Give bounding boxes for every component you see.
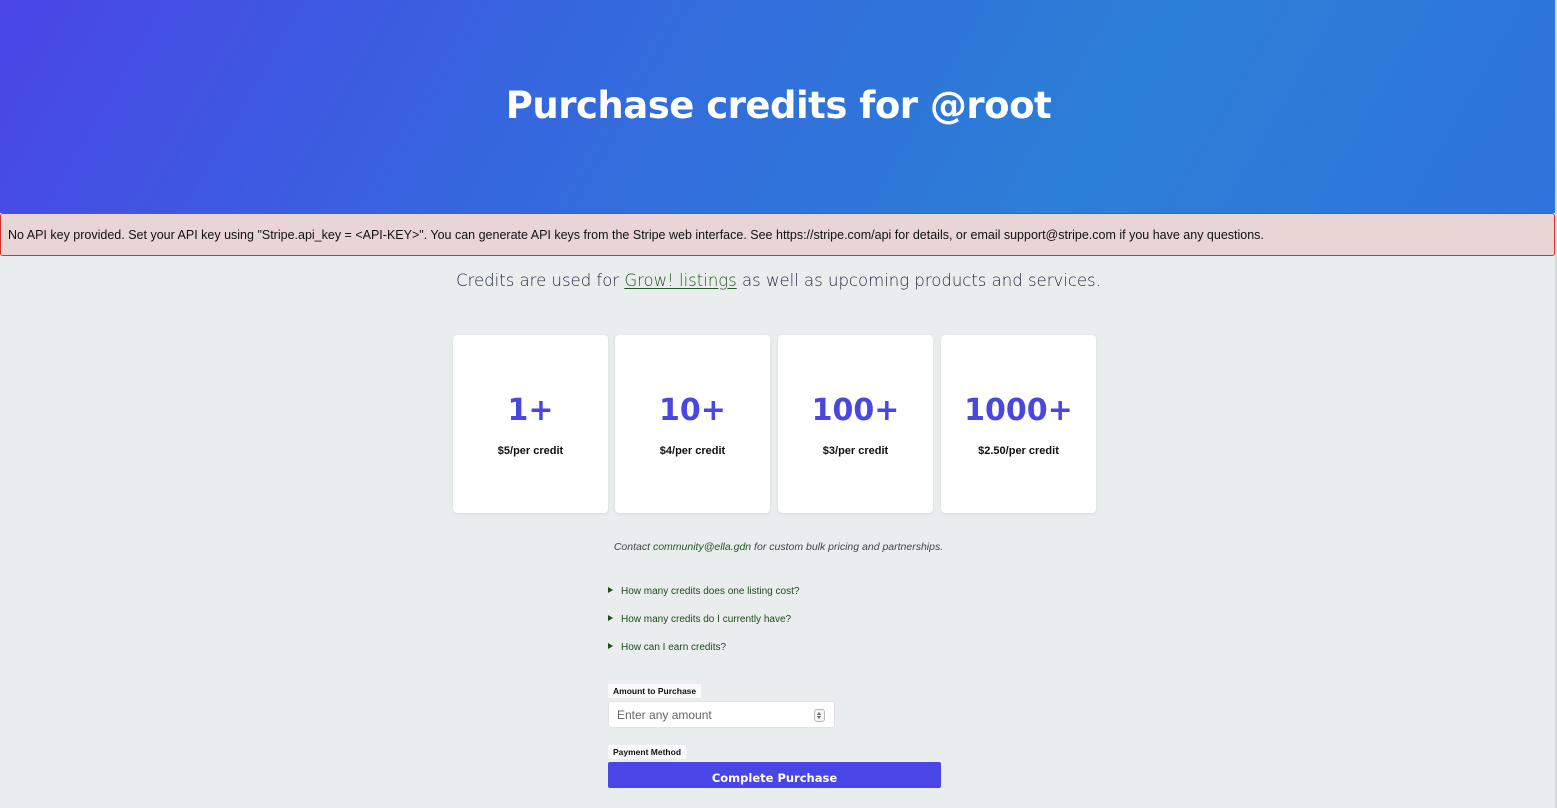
amount-label: Amount to Purchase (608, 684, 702, 698)
faq-item-current-credits[interactable]: How many credits do I currently have? (607, 614, 799, 642)
disclosure-triangle-icon (608, 643, 613, 649)
page-title: Purchase credits for @root (505, 84, 1052, 127)
faq-list: How many credits does one listing cost? … (607, 586, 799, 670)
contact-prefix: Contact (613, 541, 653, 553)
faq-item-listing-cost[interactable]: How many credits does one listing cost? (607, 586, 799, 614)
pricing-tier-card[interactable]: 1+ $5/per credit (453, 335, 608, 513)
disclosure-triangle-icon (608, 587, 613, 593)
pricing-tier-card[interactable]: 100+ $3/per credit (778, 335, 933, 513)
tier-price: $3/per credit (822, 445, 889, 457)
intro-prefix: Credits are used for (456, 271, 625, 290)
complete-purchase-button[interactable]: Complete Purchase (608, 762, 941, 788)
intro-text: Credits are used for Grow! listings as w… (0, 271, 1557, 290)
pricing-tier-card[interactable]: 1000+ $2.50/per credit (941, 335, 1096, 513)
hero-banner: Purchase credits for @root (0, 0, 1557, 213)
faq-question: How can I earn credits? (621, 642, 727, 653)
tier-price: $2.50/per credit (978, 445, 1059, 457)
tier-price: $4/per credit (659, 445, 726, 457)
tier-quantity: 1000+ (964, 393, 1073, 428)
pricing-tier-card[interactable]: 10+ $4/per credit (615, 335, 770, 513)
intro-suffix: as well as upcoming products and service… (736, 271, 1101, 290)
amount-field[interactable] (608, 701, 835, 728)
amount-input[interactable] (609, 702, 834, 727)
contact-email-link[interactable]: community@ella.gdn (653, 541, 751, 553)
faq-question: How many credits do I currently have? (621, 614, 792, 625)
grow-listings-link[interactable]: Grow! listings (624, 271, 736, 290)
payment-method-label: Payment Method (608, 745, 687, 759)
contact-note: Contact community@ella.gdn for custom bu… (0, 541, 1557, 553)
tier-quantity: 100+ (811, 393, 900, 428)
tier-quantity: 10+ (659, 393, 726, 428)
faq-question: How many credits does one listing cost? (621, 586, 800, 597)
tier-price: $5/per credit (497, 445, 564, 457)
number-stepper-icon[interactable] (814, 709, 825, 722)
error-alert-message: No API key provided. Set your API key us… (8, 227, 1264, 242)
contact-suffix: for custom bulk pricing and partnerships… (751, 541, 944, 553)
error-alert: No API key provided. Set your API key us… (0, 213, 1555, 256)
tier-quantity: 1+ (507, 393, 554, 428)
disclosure-triangle-icon (608, 615, 613, 621)
faq-item-earn-credits[interactable]: How can I earn credits? (607, 642, 799, 670)
